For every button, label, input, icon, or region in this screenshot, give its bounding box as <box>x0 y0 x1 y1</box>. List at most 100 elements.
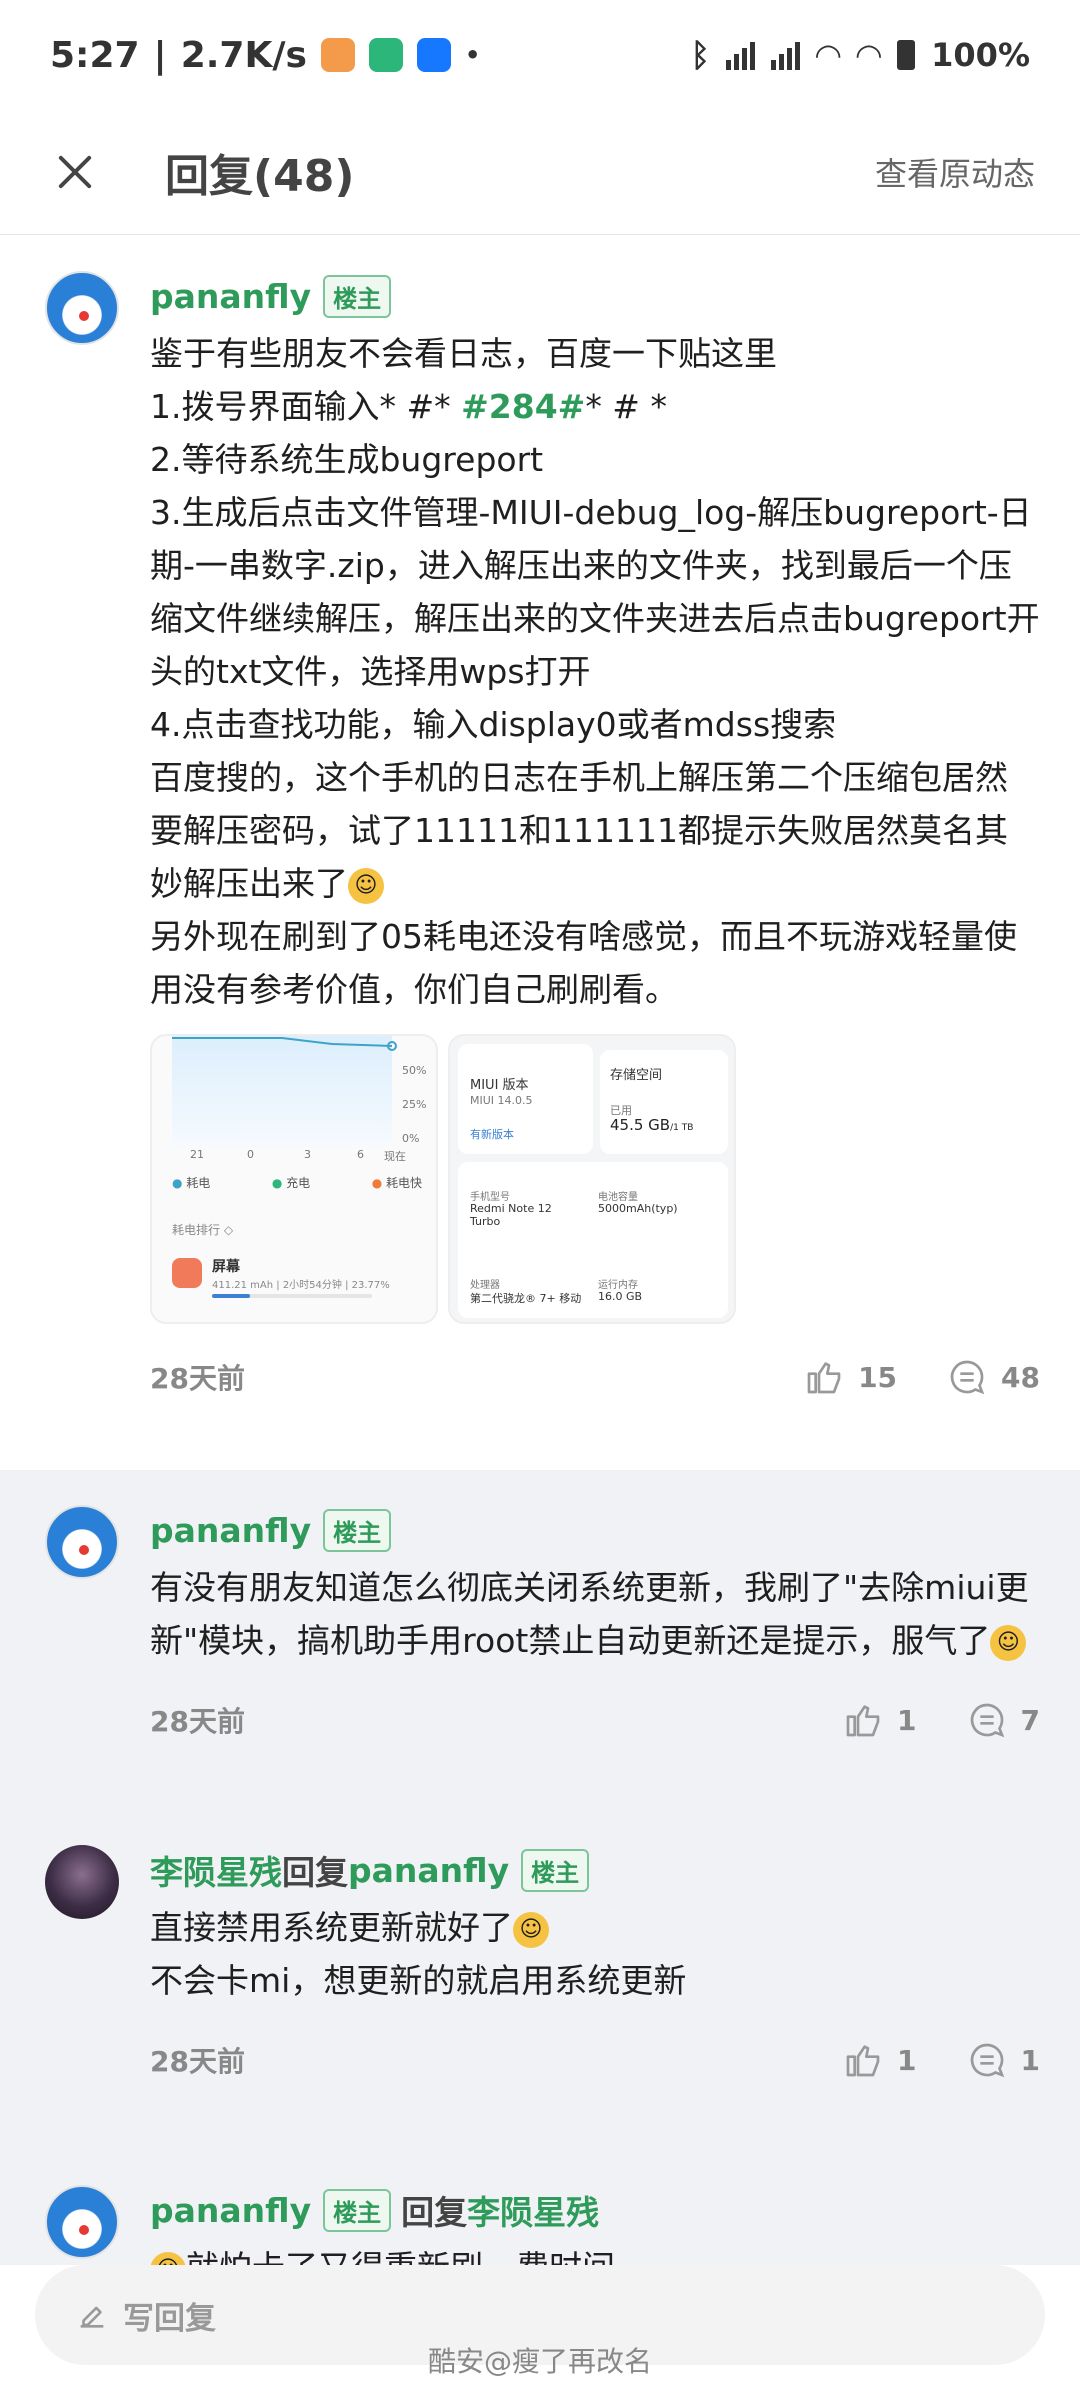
device-info-screenshot[interactable]: MIUI 版本 MIUI 14.0.5 有新版本 存储空间 已用 45.5 GB… <box>448 1034 736 1324</box>
author-name[interactable]: pananfly <box>150 2191 311 2230</box>
battery-screenshot[interactable]: 50% 25% 0% 21 0 3 6 现在 ● 耗电 ● 充电 ● 耗电快 耗… <box>150 1034 438 1324</box>
cool-emoji-icon: ☺ <box>513 1911 549 1948</box>
post-line: 4.点击查找功能，输入display0或者mdss搜索 <box>150 705 837 744</box>
axis-label: 25% <box>402 1098 427 1111</box>
author-name[interactable]: pananfly <box>150 277 311 316</box>
security-app-icon <box>368 38 403 72</box>
storage-card: 存储空间 已用 45.5 GB/1 TB <box>600 1050 728 1154</box>
post-line: 另外现在刷到了05耗电还没有啥感觉，而且不玩游戏轻量使用没有参考价值，你们自己刷… <box>150 917 1017 1009</box>
comment-button[interactable]: 7 <box>967 1700 1040 1740</box>
reply-text: 直接禁用系统更新就好了 ☺ <box>150 1901 1040 1954</box>
bluetooth-icon: ᛒ <box>690 36 710 74</box>
screen-icon <box>172 1258 202 1288</box>
comment-button[interactable]: 1 <box>967 2040 1040 2080</box>
author-name[interactable]: pananfly <box>150 1511 311 1550</box>
reply-item: pananfly 楼主 有没有朋友知道怎么彻底关闭系统更新，我刷了"去除miui… <box>150 1505 1040 1755</box>
usage-bar <box>212 1294 372 1298</box>
post-line: 2.等待系统生成bugreport <box>150 440 544 479</box>
post-time: 28天前 <box>150 1362 245 1395</box>
post-line: 3.生成后点击文件管理-MIUI-debug_log-解压bugreport-日… <box>150 493 1040 691</box>
post-text: 鉴于有些朋友不会看日志，百度一下贴这里 1.拨号界面输入* #* #284#* … <box>150 327 1040 1016</box>
author-name[interactable]: 李陨星残 <box>150 1846 282 1894</box>
like-count: 1 <box>897 2043 917 2077</box>
comment-count: 7 <box>1020 1703 1040 1737</box>
tick-label: 0 <box>247 1148 254 1161</box>
like-button[interactable]: 15 <box>804 1357 897 1397</box>
battery-line <box>172 1037 397 1051</box>
comment-icon <box>970 1703 1004 1738</box>
owner-badge: 楼主 <box>323 2188 392 2232</box>
owner-badge: 楼主 <box>323 1508 392 1552</box>
tick-label: 21 <box>190 1148 204 1161</box>
axis-label: 0% <box>402 1132 420 1145</box>
dial-code[interactable]: #284# <box>461 387 585 426</box>
signal-2-icon <box>770 40 800 70</box>
close-icon[interactable] <box>35 132 115 212</box>
dizzy-emoji-icon: ☺ <box>348 867 384 904</box>
tick-label: 6 <box>357 1148 364 1161</box>
like-button[interactable]: 1 <box>843 1700 917 1740</box>
post-line: 百度搜的，这个手机的日志在手机上解压第二个压缩包居然要解压密码，试了11111和… <box>150 758 1008 904</box>
reply-word: 回复 <box>401 2193 468 2232</box>
reply-placeholder: 写回复 <box>123 2300 216 2337</box>
reply-text: 不会卡mi，想更新的就启用系统更新 <box>150 1961 687 2000</box>
reply-target[interactable]: 李陨星残 <box>467 2186 599 2234</box>
replies-area: pananfly 楼主 有没有朋友知道怎么彻底关闭系统更新，我刷了"去除miui… <box>0 1470 1080 2288</box>
author-row: pananfly 楼主 <box>150 271 1040 321</box>
network-speed: 2.7K/s <box>180 34 307 76</box>
main-post: pananfly 楼主 鉴于有些朋友不会看日志，百度一下贴这里 1.拨号界面输入… <box>0 236 1080 1470</box>
avatar[interactable] <box>45 1505 119 1579</box>
watermark: 酷安@瘦了再改名 <box>427 2345 652 2378</box>
reply-time: 28天前 <box>150 2045 245 2078</box>
status-time: 5:27 <box>50 34 140 76</box>
mi-app-icon <box>320 38 355 72</box>
chart-legend: ● 耗电 ● 充电 ● 耗电快 <box>172 1176 422 1190</box>
post-line: 鉴于有些朋友不会看日志，百度一下贴这里 <box>150 334 777 373</box>
rank-item: 屏幕 <box>212 1259 240 1275</box>
post-images: 50% 25% 0% 21 0 3 6 现在 ● 耗电 ● 充电 ● 耗电快 耗… <box>150 1034 1040 1324</box>
battery-level: 100% <box>931 36 1030 74</box>
status-bar: 5:27 | 2.7K/s • ᛒ ◠ ◠ 100% <box>0 0 1080 110</box>
post-meta: 28天前 15 48 <box>150 1342 1040 1412</box>
owner-badge: 楼主 <box>323 274 392 318</box>
avatar[interactable] <box>45 271 119 345</box>
like-button[interactable]: 1 <box>843 2040 917 2080</box>
wifi-icon: ◠ <box>815 36 841 74</box>
miui-card: MIUI 版本 MIUI 14.0.5 有新版本 <box>458 1044 593 1154</box>
spec-card: 手机型号 Redmi Note 12 Turbo 电池容量 5000mAh(ty… <box>458 1162 728 1318</box>
more-notifications-icon: • <box>464 41 481 69</box>
rank-title: 耗电排行 ◇ <box>172 1223 234 1237</box>
signal-icon <box>725 40 755 70</box>
laughing-emoji-icon: ☺ <box>990 1624 1027 1661</box>
post-line: 1.拨号界面输入* #* #284#* # * <box>150 387 667 426</box>
reply-time: 28天前 <box>150 1705 245 1738</box>
comment-button[interactable]: 48 <box>947 1357 1040 1397</box>
tick-label: 现在 <box>384 1150 406 1163</box>
thumbs-up-icon <box>846 2045 880 2077</box>
avatar[interactable] <box>45 2185 119 2259</box>
alipay-app-icon <box>416 38 451 72</box>
owner-badge: 楼主 <box>521 1848 590 1892</box>
thumbs-up-icon <box>846 1705 880 1737</box>
thumbs-up-icon <box>807 1362 841 1394</box>
comment-count: 48 <box>1001 1360 1040 1394</box>
comment-icon <box>950 1360 985 1395</box>
view-original-link[interactable]: 查看原动态 <box>875 149 1035 195</box>
page-title: 回复(48) <box>165 151 355 202</box>
comment-count: 1 <box>1020 2043 1040 2077</box>
tick-label: 3 <box>304 1148 311 1161</box>
like-count: 1 <box>897 1703 917 1737</box>
avatar[interactable] <box>45 1845 119 1919</box>
like-count: 15 <box>858 1360 898 1394</box>
reply-text: 有没有朋友知道怎么彻底关闭系统更新，我刷了"去除miui更新"模块，搞机助手用r… <box>150 1568 1029 1661</box>
status-divider: | <box>153 34 167 76</box>
wifi-6-icon: ◠ <box>856 36 882 74</box>
rank-item-detail: 411.21 mAh | 2小时54分钟 | 23.77% <box>212 1280 390 1291</box>
header: 回复(48) 查看原动态 <box>0 110 1080 235</box>
reply-item: 李陨星残 回复 pananfly 楼主 直接禁用系统更新就好了 ☺ 不会卡mi，想… <box>150 1845 1040 2095</box>
reply-target[interactable]: pananfly <box>348 1851 509 1890</box>
pencil-icon <box>80 2306 104 2328</box>
axis-label: 50% <box>402 1064 427 1077</box>
battery-icon <box>897 40 916 70</box>
reply-word: 回复 <box>282 1853 348 1892</box>
